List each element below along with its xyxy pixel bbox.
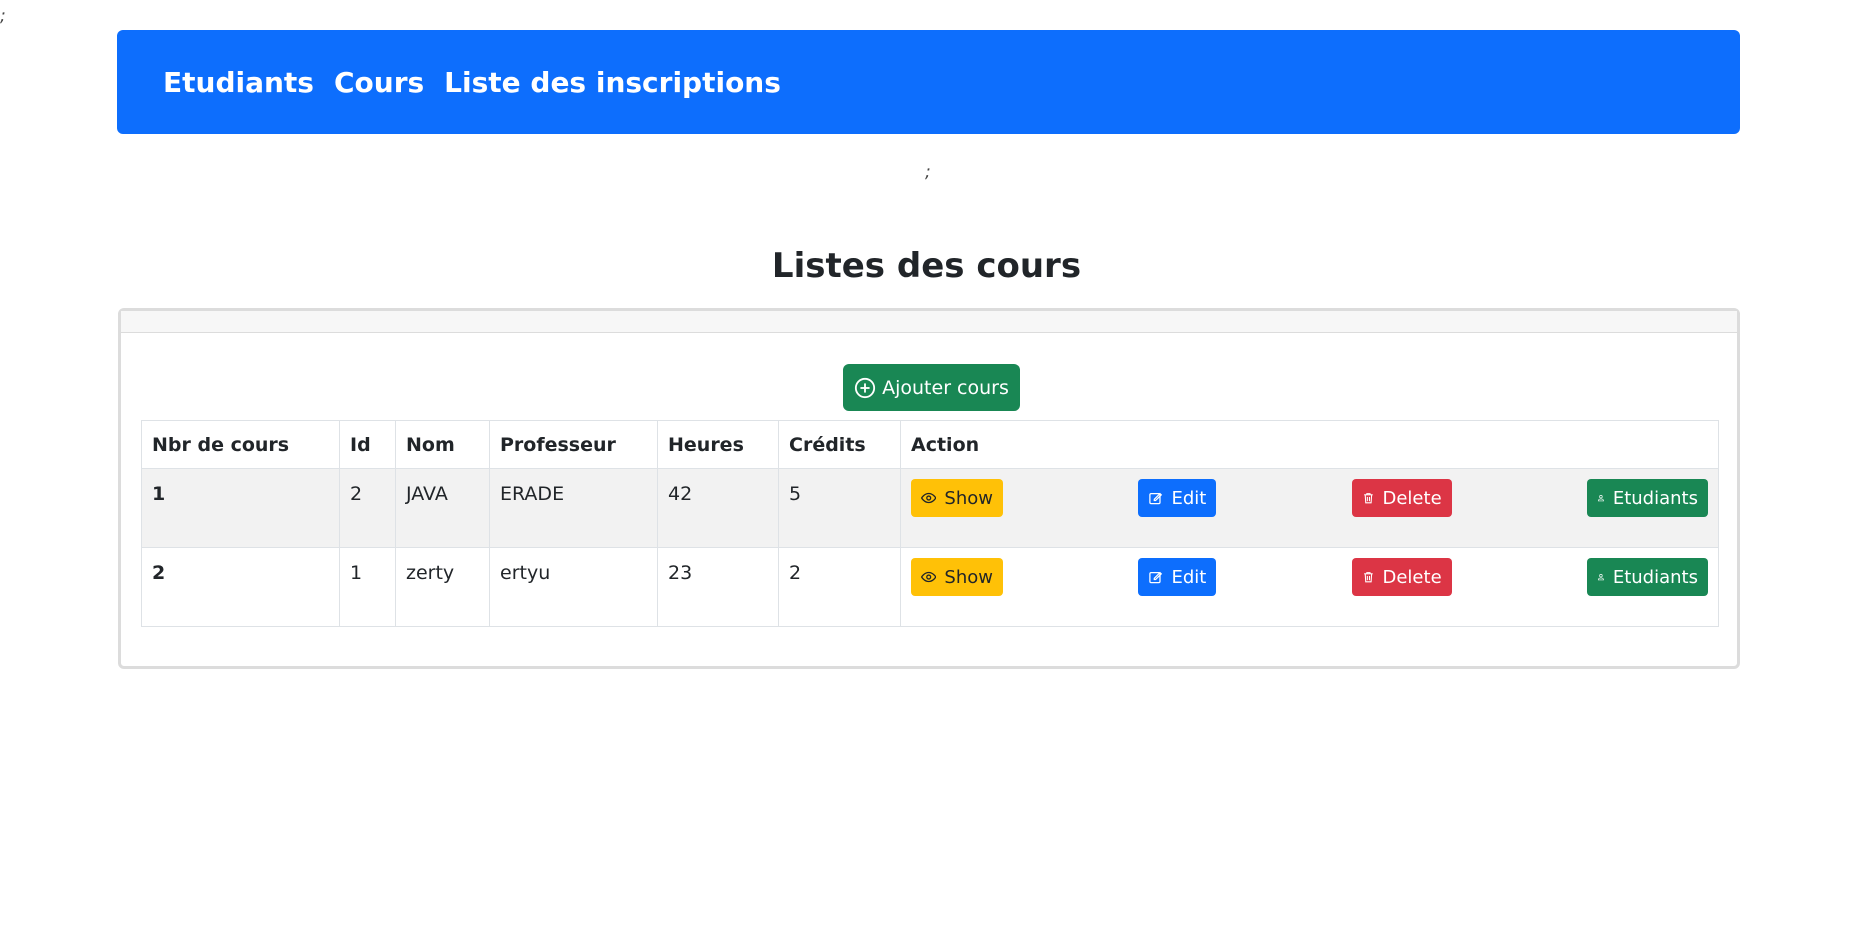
eye-icon bbox=[921, 571, 937, 583]
cell-nbr: 2 bbox=[141, 547, 340, 627]
eye-icon bbox=[921, 492, 937, 504]
cell-credits: 2 bbox=[778, 547, 901, 627]
add-course-button[interactable]: Ajouter cours bbox=[843, 364, 1020, 411]
cell-nom: zerty bbox=[395, 547, 490, 627]
stray-semicolon-middle: ; bbox=[925, 162, 931, 182]
etudiants-button[interactable]: Etudiants bbox=[1586, 479, 1708, 517]
page-title: Listes des cours bbox=[771, 246, 1082, 286]
etudiants-button[interactable]: Etudiants bbox=[1586, 558, 1708, 596]
cell-heures: 23 bbox=[657, 547, 779, 627]
cell-professeur: ERADE bbox=[489, 468, 658, 548]
edit-button[interactable]: Edit bbox=[1138, 479, 1217, 517]
cell-nom: JAVA bbox=[395, 468, 490, 548]
show-label: Show bbox=[944, 487, 993, 509]
col-header-nbr: Nbr de cours bbox=[141, 420, 340, 469]
edit-label: Edit bbox=[1171, 487, 1207, 509]
delete-button[interactable]: Delete bbox=[1351, 479, 1452, 517]
nav-link-etudiants[interactable]: Etudiants bbox=[163, 66, 314, 99]
plus-circle-icon bbox=[855, 377, 876, 398]
cell-id: 1 bbox=[339, 547, 396, 627]
add-course-label: Ajouter cours bbox=[882, 376, 1009, 399]
delete-label: Delete bbox=[1382, 487, 1442, 509]
show-label: Show bbox=[944, 566, 993, 588]
etudiants-label: Etudiants bbox=[1612, 566, 1698, 588]
cell-professeur: ertyu bbox=[489, 547, 658, 627]
etudiants-label: Etudiants bbox=[1612, 487, 1698, 509]
table-row: 1 2 JAVA ERADE 42 5 Show Edit Delete Etu… bbox=[141, 468, 1719, 548]
person-icon bbox=[1597, 574, 1604, 581]
col-header-professeur: Professeur bbox=[489, 420, 658, 469]
card-header bbox=[121, 311, 1737, 333]
table-header-row: Nbr de cours Id Nom Professeur Heures Cr… bbox=[141, 420, 1719, 469]
cell-id: 2 bbox=[339, 468, 396, 548]
courses-card: Ajouter cours Nbr de cours Id Nom Profes… bbox=[118, 308, 1740, 669]
show-button[interactable]: Show bbox=[911, 558, 1003, 596]
nav-link-inscriptions[interactable]: Liste des inscriptions bbox=[444, 66, 781, 99]
col-header-id: Id bbox=[339, 420, 396, 469]
show-button[interactable]: Show bbox=[911, 479, 1003, 517]
person-icon bbox=[1597, 495, 1604, 502]
courses-table: Nbr de cours Id Nom Professeur Heures Cr… bbox=[141, 420, 1719, 627]
edit-icon bbox=[1149, 492, 1163, 505]
delete-button[interactable]: Delete bbox=[1351, 558, 1452, 596]
top-navbar: Etudiants Cours Liste des inscriptions bbox=[117, 30, 1740, 134]
stray-semicolon-top: ; bbox=[0, 6, 6, 26]
col-header-nom: Nom bbox=[395, 420, 490, 469]
col-header-action: Action bbox=[900, 420, 1719, 469]
table-row: 2 1 zerty ertyu 23 2 Show Edit Delete Et… bbox=[141, 547, 1719, 627]
cell-actions: Show Edit Delete Etudiants bbox=[900, 547, 1719, 627]
nav-link-cours[interactable]: Cours bbox=[334, 66, 424, 99]
edit-button[interactable]: Edit bbox=[1138, 558, 1217, 596]
delete-label: Delete bbox=[1382, 566, 1442, 588]
col-header-credits: Crédits bbox=[778, 420, 901, 469]
edit-icon bbox=[1149, 571, 1163, 584]
cell-actions: Show Edit Delete Etudiants bbox=[900, 468, 1719, 548]
trash-icon bbox=[1363, 493, 1373, 504]
cell-heures: 42 bbox=[657, 468, 779, 548]
trash-icon bbox=[1363, 572, 1373, 583]
col-header-heures: Heures bbox=[657, 420, 779, 469]
cell-credits: 5 bbox=[778, 468, 901, 548]
cell-nbr: 1 bbox=[141, 468, 340, 548]
edit-label: Edit bbox=[1171, 566, 1207, 588]
